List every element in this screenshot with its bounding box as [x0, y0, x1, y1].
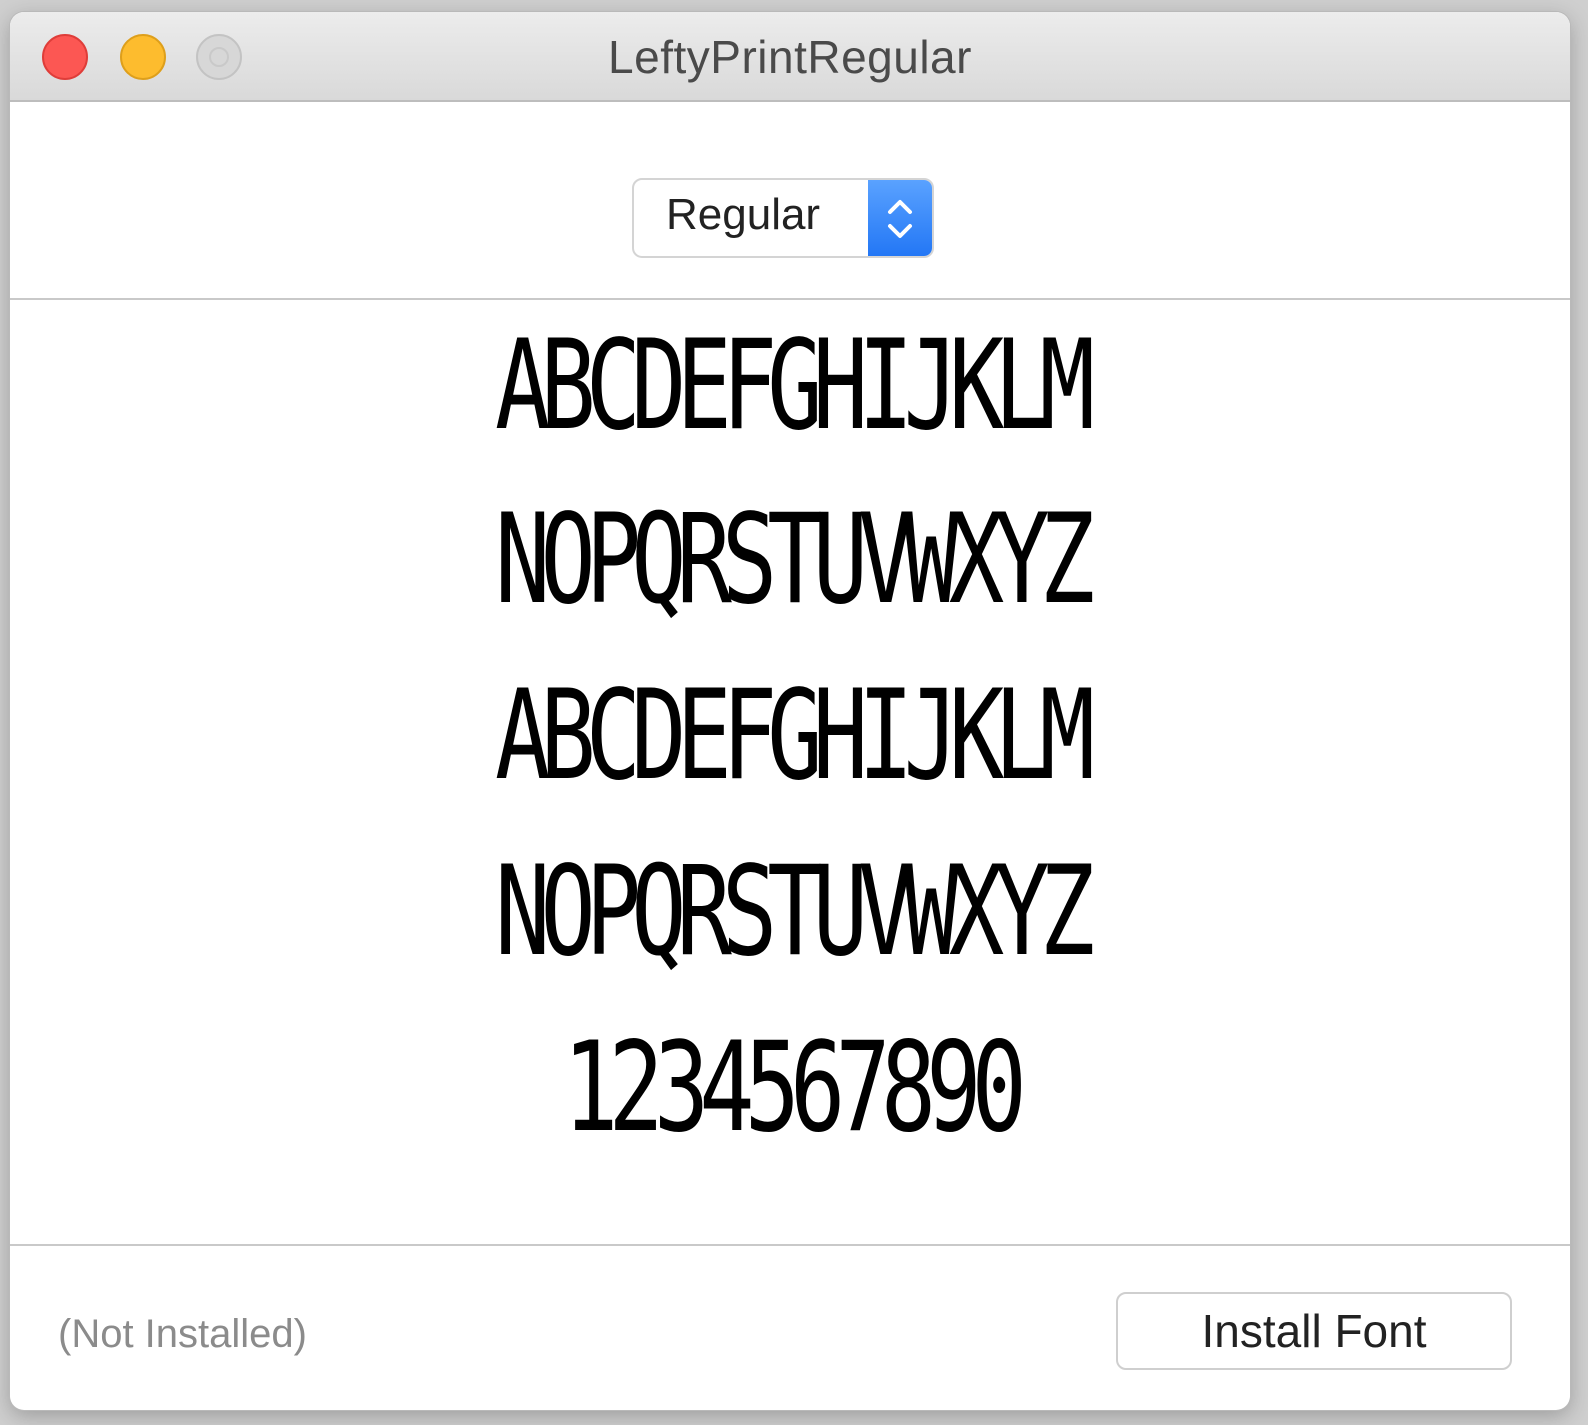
install-font-button[interactable]: Install Font [1116, 1292, 1512, 1370]
font-book-window: LeftyPrintRegular Regular ABCDEFGHIJKLM … [10, 12, 1570, 1410]
footer: (Not Installed) Install Font [10, 1246, 1570, 1410]
title-bar[interactable]: LeftyPrintRegular [10, 12, 1570, 102]
font-preview: ABCDEFGHIJKLM NOPQRSTUVWXYZ ABCDEFGHIJKL… [10, 300, 1570, 1246]
style-popup-label: Regular [666, 190, 821, 239]
style-popup-button[interactable]: Regular [632, 178, 934, 258]
install-status: (Not Installed) [58, 1312, 307, 1356]
preview-line-lowercase-2: NOPQRSTUVWXYZ [494, 839, 1095, 984]
preview-line-lowercase-1: ABCDEFGHIJKLM [494, 663, 1095, 808]
preview-line-digits: 1234567890 [563, 1015, 1027, 1160]
preview-line-uppercase-1: ABCDEFGHIJKLM [494, 313, 1095, 458]
window-title: LeftyPrintRegular [608, 31, 972, 83]
preview-line-uppercase-2: NOPQRSTUVWXYZ [494, 487, 1095, 632]
style-selector-area: Regular [10, 102, 1570, 300]
chevron-updown-icon [868, 180, 932, 256]
